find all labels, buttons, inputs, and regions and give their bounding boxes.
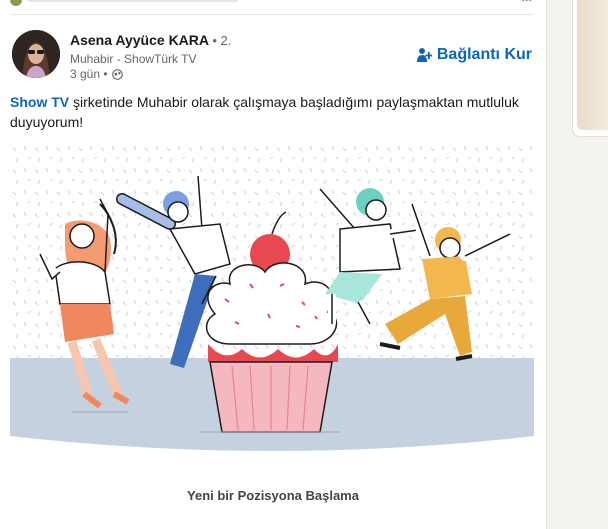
author-headline: Muhabir - ShowTürk TV [70,52,197,66]
globe-icon [111,68,123,80]
sidebar-image [577,0,608,130]
more-options-icon[interactable]: ••• [521,0,532,6]
image-caption: Yeni bir Pozisyona Başlama [187,488,359,503]
connect-button[interactable]: Bağlantı Kur [416,46,532,64]
post-time-row: 3 gün • [70,67,123,81]
post-time: 3 gün • [70,67,108,81]
author-name-text[interactable]: Asena Ayyüce KARA [70,32,209,48]
connect-label[interactable]: Bağlantı Kur [437,46,532,64]
sidebar-card [572,0,608,137]
new-position-illustration[interactable] [10,144,534,460]
divider [10,14,534,15]
post-body-text: şirketinde Muhabir olarak çalışmaya başl… [10,94,519,130]
feed-post-card: ••• Asena Ayyüce KARA • 2. Muhabir - Sho… [0,0,547,529]
reaction-avatar [10,0,22,6]
company-link[interactable]: Show TV [10,94,69,110]
avatar[interactable] [12,30,60,78]
previous-post-strip: ••• [0,0,546,8]
previous-post-text [28,0,238,2]
connection-degree: • 2. [212,33,232,48]
add-person-icon [416,48,432,62]
post-text: Show TV şirketinde Muhabir olarak çalışm… [10,92,530,132]
author-name[interactable]: Asena Ayyüce KARA • 2. [70,32,231,48]
